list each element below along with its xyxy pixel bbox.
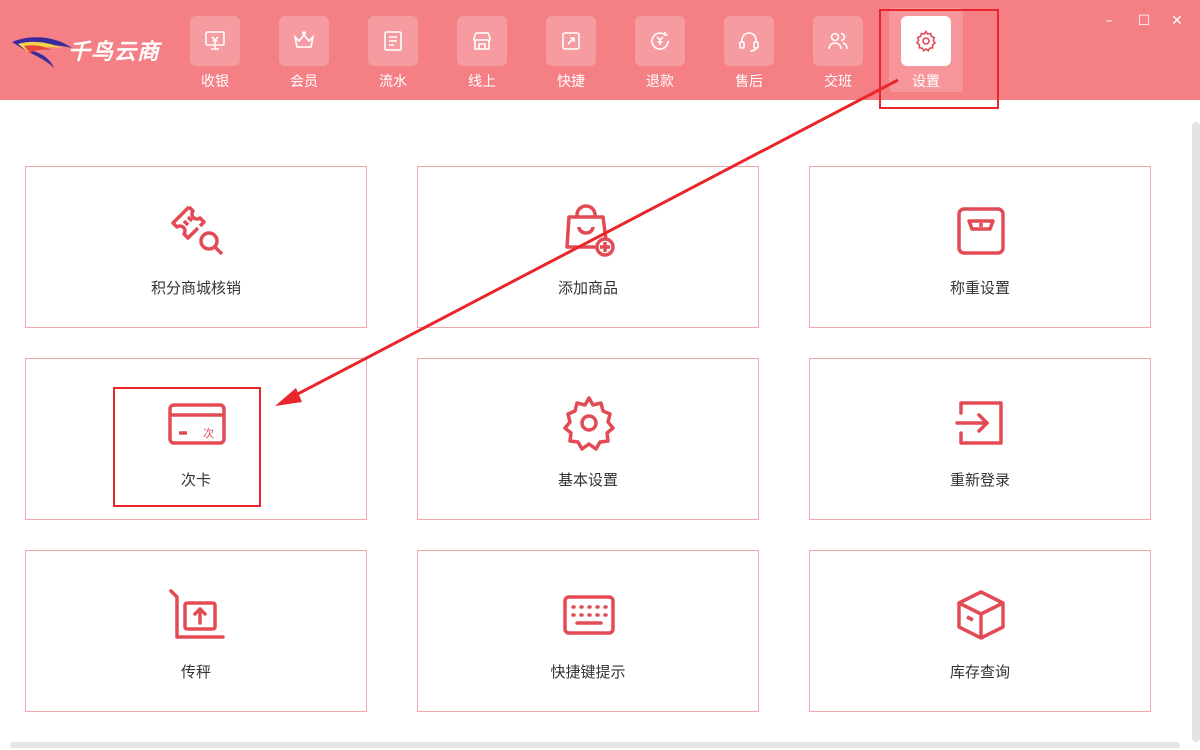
nav-item-cashier[interactable]: 收银 <box>178 8 252 92</box>
card-label: 添加商品 <box>557 279 618 297</box>
card-label: 称重设置 <box>949 279 1010 297</box>
scale-icon <box>951 201 1011 261</box>
keyboard-icon <box>559 585 619 645</box>
nav-label: 收银 <box>201 74 229 90</box>
nav-label: 交班 <box>824 74 852 90</box>
card-label: 积分商城核销 <box>150 279 241 297</box>
card-upload-scale[interactable]: 传秤 <box>25 550 367 712</box>
card-shortcut-tips[interactable]: 快捷键提示 <box>417 550 759 712</box>
nav-label: 会员 <box>290 74 318 90</box>
store-icon <box>457 16 507 66</box>
annotation-box-settings <box>879 9 999 109</box>
nav-label: 流水 <box>379 74 407 90</box>
refund-icon <box>635 16 685 66</box>
brand-name: 千鸟云商 <box>68 40 161 65</box>
header-bar: 千鸟云商 收银 会员 流水 线上 快捷 退款 售后 交班 设置 – ☐ ✕ <box>0 0 1200 100</box>
nav-item-member[interactable]: 会员 <box>267 8 341 92</box>
card-label: 库存查询 <box>949 663 1010 681</box>
card-relogin[interactable]: 重新登录 <box>809 358 1151 520</box>
vertical-scrollbar[interactable] <box>1192 122 1200 742</box>
card-weigh-settings[interactable]: 称重设置 <box>809 166 1151 328</box>
minimize-button[interactable]: – <box>1098 10 1120 32</box>
nav-item-aftersale[interactable]: 售后 <box>712 8 786 92</box>
card-add-product[interactable]: 添加商品 <box>417 166 759 328</box>
box-icon <box>951 585 1011 645</box>
card-stock-query[interactable]: 库存查询 <box>809 550 1151 712</box>
headset-icon <box>724 16 774 66</box>
nav-item-shortcut[interactable]: 快捷 <box>534 8 608 92</box>
card-label: 快捷键提示 <box>550 663 626 681</box>
cash-register-icon <box>190 16 240 66</box>
card-points-mall-verify[interactable]: 积分商城核销 <box>25 166 367 328</box>
nav-item-handover[interactable]: 交班 <box>801 8 875 92</box>
card-label: 重新登录 <box>949 471 1010 489</box>
nav-label: 线上 <box>468 74 496 90</box>
nav-item-online[interactable]: 线上 <box>445 8 519 92</box>
card-label: 传秤 <box>180 663 211 681</box>
horizontal-scrollbar[interactable] <box>10 742 1180 748</box>
close-button[interactable]: ✕ <box>1166 10 1188 32</box>
upload-scale-icon <box>167 585 227 645</box>
nav-item-ledger[interactable]: 流水 <box>356 8 430 92</box>
gear-icon <box>559 393 619 453</box>
ticket-search-icon <box>167 201 227 261</box>
app-window: 千鸟云商 收银 会员 流水 线上 快捷 退款 售后 交班 设置 – ☐ ✕ 积分… <box>0 0 1200 750</box>
nav-item-refund[interactable]: 退款 <box>623 8 697 92</box>
annotation-box-times-card <box>113 387 261 507</box>
card-basic-settings[interactable]: 基本设置 <box>417 358 759 520</box>
nav-label: 售后 <box>735 74 763 90</box>
card-label: 基本设置 <box>557 471 618 489</box>
nav-label: 快捷 <box>557 74 585 90</box>
nav-label: 退款 <box>646 74 674 90</box>
ledger-icon <box>368 16 418 66</box>
crown-icon <box>279 16 329 66</box>
shortcut-icon <box>546 16 596 66</box>
login-icon <box>951 393 1011 453</box>
shopping-bag-add-icon <box>559 201 619 261</box>
maximize-button[interactable]: ☐ <box>1133 10 1155 32</box>
users-icon <box>813 16 863 66</box>
